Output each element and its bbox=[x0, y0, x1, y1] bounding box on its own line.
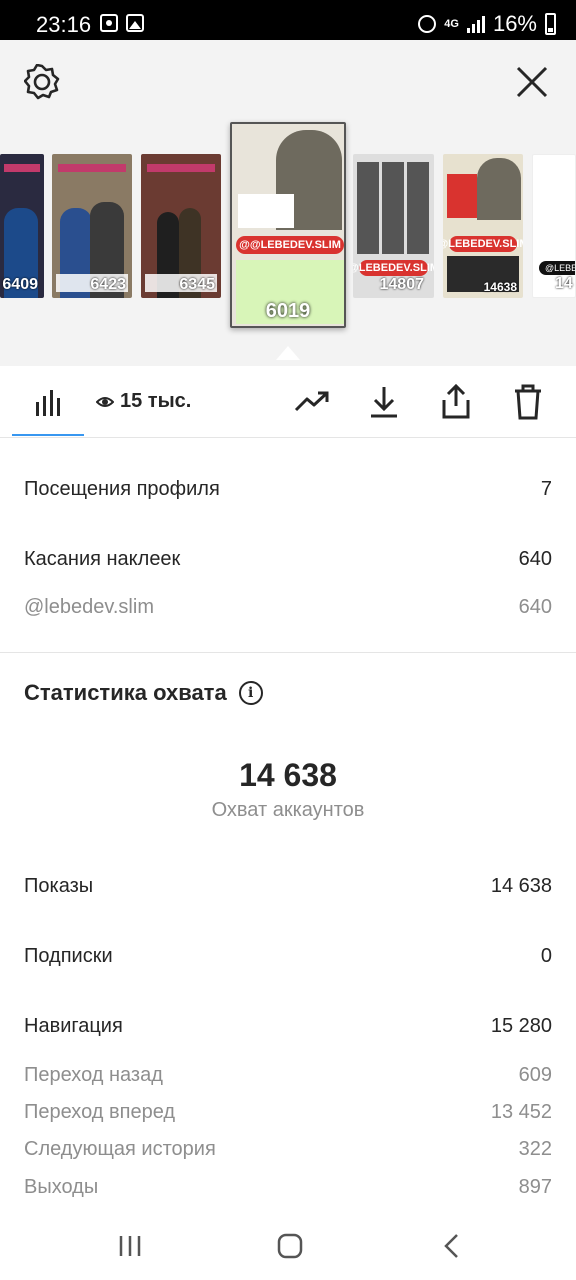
eye-icon bbox=[96, 396, 114, 407]
story-thumbnail[interactable]: @LEBEDEV.SLIM 14638 bbox=[443, 154, 523, 298]
story-image bbox=[477, 158, 521, 220]
share-button[interactable] bbox=[434, 380, 478, 424]
story-view-count: 14638 bbox=[483, 280, 517, 294]
insights-bars-icon bbox=[36, 390, 60, 416]
back-chevron-icon bbox=[444, 1234, 458, 1258]
trending-up-icon bbox=[294, 391, 329, 412]
system-navigation-bar bbox=[0, 1212, 576, 1280]
next-story-value: 322 bbox=[518, 1138, 552, 1160]
story-view-count: 14 bbox=[555, 275, 573, 292]
profile-visits-label: Посещения профиля bbox=[24, 478, 220, 500]
reach-section-title: Статистика охвата i bbox=[24, 680, 263, 706]
story-header: 6409 6423 6345 @@LEBEDEV.SLIM 6019 @LEBE… bbox=[0, 40, 576, 366]
selected-story-thumbnail[interactable]: @@LEBEDEV.SLIM 6019 bbox=[230, 122, 346, 328]
home-button[interactable] bbox=[268, 1226, 312, 1266]
sticker-taps-value: 640 bbox=[518, 548, 552, 570]
story-caption-bar bbox=[58, 164, 126, 172]
signal-icon bbox=[466, 15, 485, 33]
story-brand-tag: @LEBEDEV.SLIM bbox=[443, 236, 523, 252]
forward-label: Переход вперед bbox=[24, 1101, 176, 1123]
accounts-reached-number: 14 638 bbox=[239, 757, 337, 793]
next-story-row: Следующая история 322 bbox=[24, 1138, 552, 1161]
views-count: 15 тыс. bbox=[120, 390, 192, 412]
story-view-count: 6345 bbox=[179, 276, 215, 293]
next-story-label: Следующая история bbox=[24, 1138, 216, 1160]
profile-visits-value: 7 bbox=[540, 478, 552, 500]
story-brand-tag: @@LEBEDEV.SLIM bbox=[236, 236, 344, 254]
story-image bbox=[357, 162, 430, 254]
battery-percent: 16% bbox=[492, 11, 537, 36]
status-time: 23:16 bbox=[36, 12, 92, 37]
story-thumbnail[interactable]: @LEBEDEV.SLIM 14807 bbox=[353, 154, 434, 298]
back-row: Переход назад 609 bbox=[24, 1064, 552, 1087]
reach-title-text: Статистика охвата bbox=[24, 680, 227, 705]
mention-value: 640 bbox=[518, 596, 552, 618]
impressions-row: Показы 14 638 bbox=[24, 875, 552, 898]
story-brand-tag: @LEBEDEV.SLIM bbox=[353, 260, 434, 276]
story-caption-bar bbox=[147, 164, 215, 172]
share-icon bbox=[442, 384, 470, 419]
follows-row: Подписки 0 bbox=[24, 945, 552, 968]
navigation-value: 15 280 bbox=[490, 1015, 552, 1037]
exits-value: 897 bbox=[518, 1176, 552, 1198]
navigation-row: Навигация 15 280 bbox=[24, 1015, 552, 1038]
back-value: 609 bbox=[518, 1064, 552, 1086]
exits-label: Выходы bbox=[24, 1176, 99, 1198]
close-icon bbox=[516, 66, 548, 98]
sticker-taps-label: Касания наклеек bbox=[24, 548, 181, 570]
home-icon bbox=[277, 1233, 303, 1259]
settings-button[interactable] bbox=[22, 62, 62, 102]
active-tab-indicator bbox=[12, 434, 84, 436]
recent-apps-icon bbox=[119, 1236, 141, 1256]
story-text-box bbox=[238, 194, 294, 228]
accounts-reached-label: Охват аккаунтов bbox=[211, 799, 365, 821]
download-button[interactable] bbox=[362, 380, 406, 424]
selection-pointer bbox=[276, 346, 300, 360]
promote-button[interactable] bbox=[290, 380, 334, 424]
recent-apps-button[interactable] bbox=[108, 1226, 152, 1266]
impressions-label: Показы bbox=[24, 875, 94, 897]
follows-value: 0 bbox=[540, 945, 552, 967]
story-thumbnail[interactable]: 6345 bbox=[141, 154, 221, 298]
exits-row: Выходы 897 bbox=[24, 1176, 552, 1199]
story-view-count: 6409 bbox=[2, 276, 38, 293]
delete-button[interactable] bbox=[506, 380, 550, 424]
camera-notification-icon bbox=[100, 14, 118, 32]
mention-taps-row: @lebedev.slim 640 bbox=[24, 596, 552, 619]
gear-icon bbox=[24, 64, 60, 100]
navigation-label: Навигация bbox=[24, 1015, 123, 1037]
back-label: Переход назад bbox=[24, 1064, 163, 1086]
profile-visits-row: Посещения профиля 7 bbox=[24, 478, 552, 501]
story-thumbnail[interactable]: 6409 bbox=[0, 154, 44, 298]
impressions-value: 14 638 bbox=[490, 875, 552, 897]
forward-row: Переход вперед 13 452 bbox=[24, 1101, 552, 1124]
story-toolbar: 15 тыс. bbox=[0, 366, 576, 438]
sticker-taps-row: Касания наклеек 640 bbox=[24, 548, 552, 571]
network-type: 4G bbox=[444, 18, 459, 30]
trash-icon bbox=[515, 384, 541, 420]
mention-label: @lebedev.slim bbox=[24, 596, 154, 618]
back-button[interactable] bbox=[430, 1226, 474, 1266]
tab-insights[interactable] bbox=[12, 366, 84, 438]
info-icon[interactable]: i bbox=[238, 681, 263, 705]
story-thumbnail[interactable]: @LEBEDEV 14 bbox=[532, 154, 576, 298]
download-icon bbox=[371, 387, 397, 418]
section-divider bbox=[0, 652, 576, 653]
story-view-count: 6423 bbox=[90, 276, 126, 293]
story-view-count: 6019 bbox=[265, 300, 311, 322]
tab-viewers[interactable]: 15 тыс. bbox=[96, 390, 191, 413]
story-caption-bar bbox=[3, 164, 41, 172]
story-thumbnail[interactable]: 6423 bbox=[52, 154, 132, 298]
story-brand-tag: @LEBEDEV bbox=[539, 261, 575, 275]
story-text-box bbox=[447, 174, 477, 218]
gallery-notification-icon bbox=[126, 14, 144, 32]
close-button[interactable] bbox=[512, 62, 552, 102]
alarm-icon bbox=[418, 15, 437, 33]
forward-value: 13 452 bbox=[490, 1101, 552, 1123]
follows-label: Подписки bbox=[24, 945, 113, 967]
battery-icon bbox=[545, 13, 556, 35]
story-view-count: 14807 bbox=[379, 276, 425, 293]
